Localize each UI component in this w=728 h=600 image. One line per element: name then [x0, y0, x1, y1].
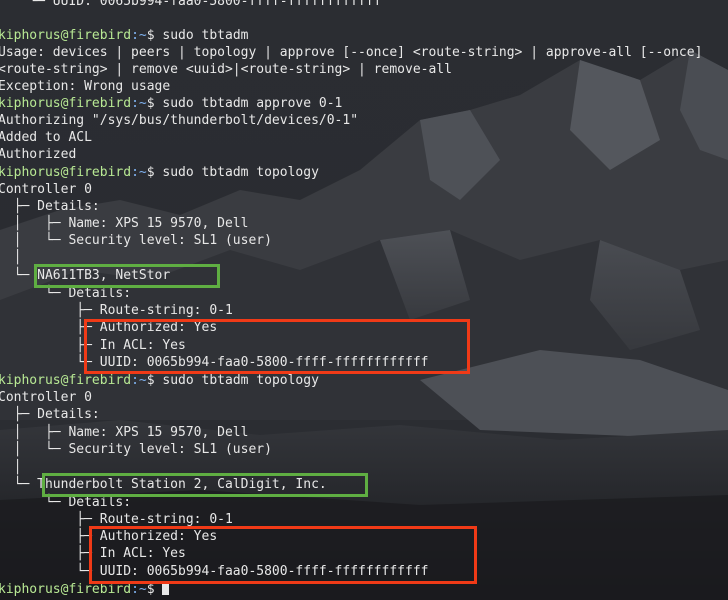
output-line: │ ├─ Name: XPS 15 9570, Dell [0, 425, 249, 440]
prompt-path: :~ [131, 96, 147, 111]
output-line: └─ UUID: 0065b994-faa0-5800-ffff-fffffff… [0, 0, 382, 9]
output-line: │ [0, 250, 22, 265]
prompt-symbol: $ [146, 582, 163, 597]
output-line: Exception: Wrong usage [0, 79, 171, 94]
output-line: Authorized [0, 147, 77, 162]
command-line: kiphorus@firebird:~$ sudo tbtadm topolog… [0, 372, 319, 389]
output-line: ├─ Route-string: 0-1 [0, 303, 233, 318]
prompt-path: :~ [131, 373, 147, 388]
output-line: Usage: devices | peers | topology | appr… [0, 45, 703, 60]
prompt-path: :~ [131, 28, 147, 43]
prompt-user-host: kiphorus@firebird [0, 582, 132, 597]
prompt-path: :~ [131, 582, 147, 597]
prompt-user-host: kiphorus@firebird [0, 28, 132, 43]
device-highlight-box [34, 264, 220, 288]
authorization-highlight-box [89, 526, 477, 584]
command-text: sudo tbtadm [162, 28, 249, 43]
output-line: Controller 0 [0, 182, 92, 197]
prompt-symbol: $ [146, 165, 163, 180]
output-line: Controller 0 [0, 390, 92, 405]
output-line: │ [0, 460, 22, 475]
output-line: ├─ Details: [0, 407, 100, 422]
output-line: Added to ACL [0, 130, 92, 145]
authorization-highlight-box [84, 319, 470, 374]
device-highlight-box [42, 473, 368, 497]
output-line: <route-string> | remove <uuid>|<route-st… [0, 62, 452, 77]
prompt-user-host: kiphorus@firebird [0, 373, 132, 388]
terminal-output[interactable]: └─ UUID: 0065b994-faa0-5800-ffff-fffffff… [0, 0, 728, 600]
prompt-symbol: $ [146, 28, 163, 43]
prompt-user-host: kiphorus@firebird [0, 165, 132, 180]
prompt-symbol: $ [146, 96, 163, 111]
terminal-window[interactable]: └─ UUID: 0065b994-faa0-5800-ffff-fffffff… [0, 0, 728, 600]
output-line: │ └─ Security level: SL1 (user) [0, 233, 272, 248]
command-line: kiphorus@firebird:~$ sudo tbtadm [0, 27, 248, 44]
command-text: sudo tbtadm topology [162, 165, 319, 180]
prompt-user-host: kiphorus@firebird [0, 96, 132, 111]
output-line: Authorizing "/sys/bus/thunderbolt/device… [0, 113, 359, 128]
command-line: kiphorus@firebird:~$ sudo tbtadm approve… [0, 95, 342, 112]
command-line: kiphorus@firebird:~$ sudo tbtadm topolog… [0, 164, 319, 181]
command-text: sudo tbtadm approve 0-1 [162, 96, 343, 111]
prompt-path: :~ [131, 165, 147, 180]
output-line: │ ├─ Name: XPS 15 9570, Dell [0, 216, 249, 231]
prompt-symbol: $ [146, 373, 163, 388]
command-text: sudo tbtadm topology [162, 373, 319, 388]
output-line: ├─ Details: [0, 199, 100, 214]
output-line: │ └─ Security level: SL1 (user) [0, 442, 272, 457]
